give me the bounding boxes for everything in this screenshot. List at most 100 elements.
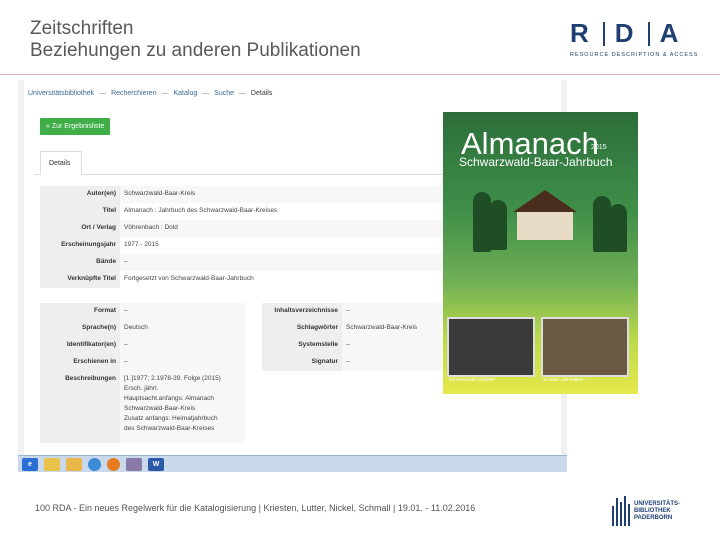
field-label: Ort / Verlag [40,220,120,237]
logo-divider [647,21,650,46]
field-label: Erscheinungsjahr [40,237,120,254]
logo-letter-d: D [614,18,638,48]
table-row: Systemstelle – [262,337,450,354]
marc-icon[interactable] [126,457,142,471]
field-value: – [120,337,245,354]
breadcrumb: Universitätsbibliothek — Recherchieren —… [28,90,275,97]
table-row: Ort / Verlag Vöhrenbach : Dold [40,220,450,237]
field-value[interactable]: Fortgesetzt von Schwarzwald-Baar-Jahrbuc… [120,271,450,288]
table-row: Beschreibungen [1.]1977; 2.1978-39. Folg… [40,371,245,443]
table-row: Format – [40,303,245,320]
description-line: Schwarzwald-Baar-Kreis [124,405,196,412]
windows-taskbar: e W [18,455,567,472]
explorer-icon[interactable] [66,457,82,471]
ie-icon[interactable]: e [22,457,38,471]
details-right-column: Inhaltsverzeichnisse – Schlagwörter Schw… [262,303,450,371]
field-value[interactable]: Schwarzwald-Baar-Kreis [342,320,450,337]
field-value: – [342,337,450,354]
logo-divider [602,21,605,46]
cover-caption-right: Zu Gast „Die Falken" [543,377,585,382]
table-row: Inhaltsverzeichnisse – [262,303,450,320]
breadcrumb-link[interactable]: Universitätsbibliothek [28,90,94,97]
word-icon[interactable]: W [148,457,164,471]
cover-caption-left: Schwarzwald „Gefühle" [449,377,496,382]
header-divider [0,74,720,75]
tab-details[interactable]: Details [40,151,82,175]
field-label: Systemstelle [262,337,342,354]
back-to-results-button[interactable]: « Zur Ergebnisliste [40,118,111,135]
field-label: Sprache(n) [40,320,120,337]
slide-footer: 100 RDA - Ein neues Regelwerk für die Ka… [35,503,476,513]
field-value: Almanach : Jahrbuch des Schwarzwald-Baar… [120,203,450,220]
uni-logo-line: BIBLIOTHEK [634,507,671,514]
field-label: Titel [40,203,120,220]
field-value: Vöhrenbach : Dold [120,220,450,237]
logo-subtitle: RESOURCE DESCRIPTION & ACCESS [570,52,699,58]
cover-year: 2015 [591,144,607,151]
field-value: 1977 - 2015 [120,237,450,254]
table-row: Titel Almanach : Jahrbuch des Schwarzwal… [40,203,450,220]
breadcrumb-separator: — [202,90,210,97]
details-left-column: Format – Sprache(n) Deutsch Identifikato… [40,303,245,443]
description-value: [1.]1977; 2.1978-39. Folge (2015) Ersch.… [120,371,245,443]
breadcrumb-link[interactable]: Katalog [174,90,198,97]
field-label: Autor(en) [40,186,120,203]
breadcrumb-separator: — [161,90,169,97]
description-line: Hauptsacht.anfangs: Almanach [124,395,214,402]
table-row: Verknüpfte Titel Fortgesetzt von Schwarz… [40,271,450,288]
field-label: Verknüpfte Titel [40,271,120,288]
field-label: Inhaltsverzeichnisse [262,303,342,320]
breadcrumb-link[interactable]: Recherchieren [111,90,157,97]
table-row: Bände – [40,254,450,271]
field-label: Beschreibungen [40,371,120,443]
table-row: Identifikator(en) – [40,337,245,354]
field-value: – [342,303,450,320]
description-line: des Schwarzwald-Baar-Kreises [124,425,215,432]
field-value: – [120,303,245,320]
field-label: Identifikator(en) [40,337,120,354]
table-row: Sprache(n) Deutsch [40,320,245,337]
title-line-1: Zeitschriften [30,18,134,39]
slide: Zeitschriften Beziehungen zu anderen Pub… [0,0,720,540]
farmhouse [517,212,573,240]
book-cover-image: Almanach 2015 Schwarzwald-Baar-Jahrbuch … [443,112,638,394]
rda-logo: R D A RESOURCE DESCRIPTION & ACCESS [570,18,710,58]
breadcrumb-link[interactable]: Suche [214,90,234,97]
details-table: Autor(en) Schwarzwald-Baar-Kreis Titel A… [40,186,450,288]
field-label: Schlagwörter [262,320,342,337]
tree-shape [609,204,627,252]
folder-icon[interactable] [44,457,60,471]
university-library-logo: UNIVERSITÄTS- BIBLIOTHEK PADERBORN [612,496,680,526]
description-line: [1.]1977; 2.1978-39. Folge (2015) [124,375,221,382]
firefox-icon[interactable] [107,457,120,471]
title-line-2: Beziehungen zu anderen Publikationen [30,40,361,61]
table-row: Signatur – [262,354,450,371]
field-label: Erschienen in [40,354,120,371]
description-line: Zusatz anfangs: Heimatjahrbuch [124,415,218,422]
slide-title: Zeitschriften Beziehungen zu anderen Pub… [30,18,361,62]
table-row: Schlagwörter Schwarzwald-Baar-Kreis [262,320,450,337]
farmhouse-roof [513,190,577,212]
cover-photo-right [541,317,629,377]
uni-logo-line: UNIVERSITÄTS- [634,500,681,507]
table-row: Erschienen in – [40,354,245,371]
breadcrumb-separator: — [238,90,246,97]
field-value: – [120,254,450,271]
cover-photo-left [447,317,535,377]
table-row: Autor(en) Schwarzwald-Baar-Kreis [40,186,450,203]
logo-bars [612,496,630,526]
field-value: – [342,354,450,371]
uni-logo-line: PADERBORN [634,514,673,521]
breadcrumb-separator: — [99,90,107,97]
logo-letter-a: A [659,18,683,48]
chrome-icon[interactable] [88,457,101,471]
field-label: Format [40,303,120,320]
table-row: Erscheinungsjahr 1977 - 2015 [40,237,450,254]
field-value: Deutsch [120,320,245,337]
breadcrumb-current: Details [250,90,273,97]
field-value[interactable]: Schwarzwald-Baar-Kreis [120,186,450,203]
description-line: Ersch. jährl. [124,385,159,392]
field-label: Bände [40,254,120,271]
field-label: Signatur [262,354,342,371]
logo-letter-r: R [570,18,593,48]
